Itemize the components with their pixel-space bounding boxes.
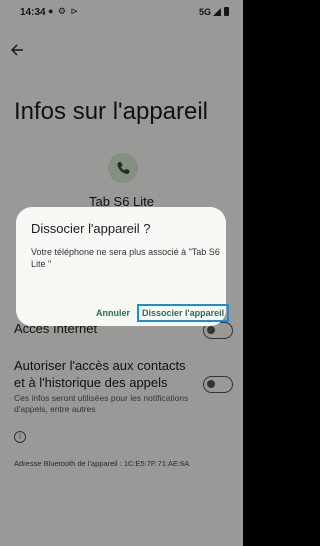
unpair-button[interactable]: Dissocier l'appareil (137, 304, 230, 322)
cancel-button[interactable]: Annuler (96, 308, 130, 318)
dialog-title: Dissocier l'appareil ? (31, 221, 151, 236)
screen: 14:34 ● ⚙ ⊳ 5G Infos sur l'appareil Tab … (0, 0, 243, 546)
unpair-dialog: Dissocier l'appareil ? Votre téléphone n… (16, 207, 230, 326)
dialog-message: Votre téléphone ne sera plus associé à "… (31, 247, 220, 269)
